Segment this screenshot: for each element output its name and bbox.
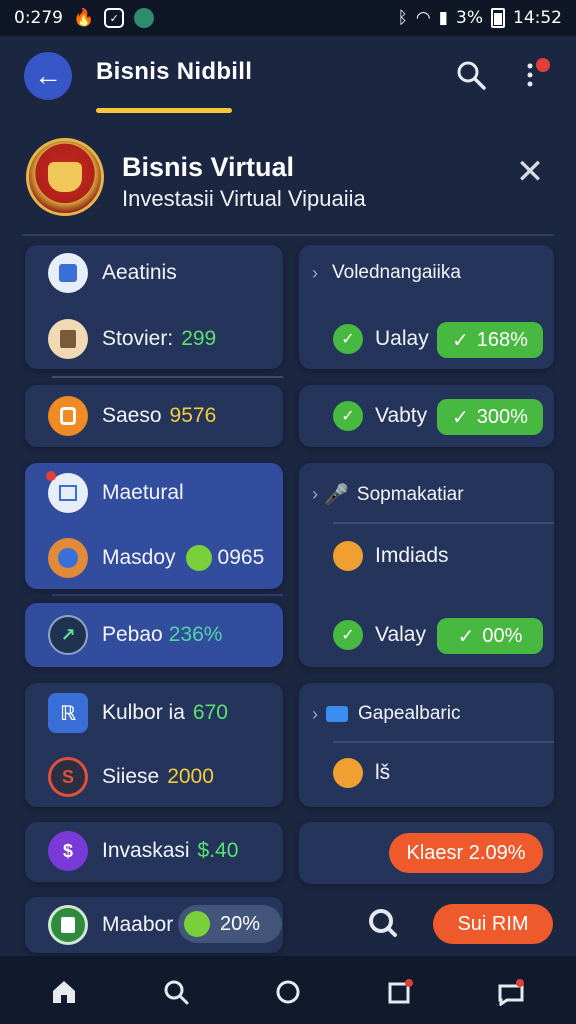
search-icon (369, 909, 397, 937)
nav-home-circle[interactable] (272, 976, 304, 1008)
title-underline (96, 108, 232, 113)
search-icon (457, 61, 486, 90)
list-item[interactable]: Maabor (48, 905, 173, 945)
percent-pill[interactable]: ✓ 300% (437, 399, 543, 435)
globe-icon (48, 538, 88, 578)
coin-icon (48, 396, 88, 436)
percent-pill[interactable]: ✓ 168% (437, 322, 543, 358)
battery-percent: 3% (456, 8, 483, 28)
nav-search-icon (164, 980, 189, 1005)
app-icon (134, 8, 155, 28)
folder-icon (326, 706, 348, 722)
close-button[interactable]: ✕ (514, 153, 546, 191)
card-divider (333, 741, 554, 743)
search-action[interactable] (366, 906, 398, 938)
list-item[interactable]: ✓ Valay (333, 620, 426, 650)
status-bar: 0:279 🔥 ✓ ᛒ ◠ ▮ 3% 14:52 (0, 0, 576, 36)
bottom-navigation (0, 956, 576, 1024)
emoji-icon (333, 541, 363, 571)
card-divider (333, 522, 554, 524)
chevron-right-icon: › (312, 262, 318, 283)
document-icon (48, 905, 88, 945)
nav-notifications[interactable] (384, 976, 416, 1008)
smile-icon (184, 911, 210, 937)
building-icon (48, 319, 88, 359)
check-icon: ✓ (333, 324, 363, 354)
chevron-right-icon: › (312, 484, 318, 504)
status-time: 0:279 (14, 8, 63, 28)
square-notification-icon (388, 979, 413, 1004)
invest-icon: $ (48, 831, 88, 871)
notification-icon: ✓ (104, 8, 125, 28)
page-title: Bisnis Nidbill (96, 58, 253, 85)
nav-home[interactable] (48, 976, 80, 1008)
brand-logo (26, 138, 104, 216)
clock: 14:52 (513, 8, 562, 28)
list-item[interactable]: ℝ Kulbor ia 670 (48, 693, 228, 733)
close-icon: ✕ (515, 153, 545, 191)
card-connector (52, 376, 283, 378)
search-button[interactable] (454, 58, 488, 92)
check-icon: ✓ (457, 625, 475, 648)
list-item[interactable]: › 🎤 Sopmakatiar (312, 482, 464, 507)
home-icon (53, 981, 75, 1003)
more-button[interactable] (520, 58, 550, 92)
list-item[interactable]: Stovier: 299 (48, 319, 216, 359)
right-card-4[interactable] (299, 683, 554, 807)
check-icon: ✓ (452, 406, 469, 429)
list-item[interactable]: Maetural (46, 471, 184, 513)
back-button[interactable]: ← (24, 52, 72, 100)
chat-notification-icon (498, 979, 524, 1006)
shield-icon: ℝ (48, 693, 88, 733)
flame-icon: 🔥 (73, 8, 95, 28)
circle-icon (276, 980, 300, 1004)
signal-icon: ▮ (438, 8, 449, 28)
list-item[interactable]: lš (333, 758, 390, 788)
tablet-icon (48, 253, 88, 293)
nav-search[interactable] (160, 976, 192, 1008)
chevron-right-icon: › (312, 703, 318, 724)
bluetooth-icon: ᛒ (397, 8, 408, 28)
progress-pill[interactable]: 20% (178, 905, 282, 943)
wifi-icon: ◠ (415, 8, 431, 28)
notification-dot (536, 58, 550, 72)
list-item[interactable]: › Gapealbaric (312, 703, 460, 725)
list-item[interactable]: Imdiads (333, 541, 449, 571)
battery-icon (491, 8, 505, 28)
trend-icon: ↗ (48, 615, 88, 655)
list-item[interactable]: $ Invaskasi $.40 (48, 831, 238, 871)
dollar-icon: S (48, 757, 88, 797)
list-item[interactable]: ↗ Pebao 236% (48, 615, 222, 655)
claim-button[interactable]: Klaesr 2.09% (389, 833, 543, 873)
list-item[interactable]: ✓ Vabty (333, 401, 427, 431)
chart-icon (46, 471, 88, 513)
action-button[interactable]: Sui RIM (433, 904, 553, 944)
business-title-card: Bisnis Virtual Investasii Virtual Vipuai… (24, 136, 554, 232)
emoji-icon (333, 758, 363, 788)
list-item[interactable]: Aeatinis (48, 253, 177, 293)
nav-messages[interactable] (496, 976, 528, 1008)
card-connector (52, 594, 283, 596)
back-arrow-icon: ← (34, 60, 62, 91)
microphone-icon: 🎤 (324, 484, 349, 506)
list-item[interactable]: › Volednangaiika (312, 262, 461, 284)
list-item[interactable]: S Siiese 2000 (48, 757, 214, 797)
card-title: Bisnis Virtual (122, 152, 295, 182)
app-header: ← Bisnis Nidbill (0, 36, 576, 126)
smile-icon (185, 545, 212, 571)
list-item[interactable]: Saeso 9576 (48, 396, 216, 436)
check-icon: ✓ (333, 401, 363, 431)
check-icon: ✓ (452, 329, 469, 352)
card-subtitle: Investasii Virtual Vipuaiia (122, 186, 366, 211)
list-item[interactable]: ✓ Ualay (333, 324, 429, 354)
section-divider (22, 234, 554, 236)
list-item[interactable]: Masdoy 0965 (48, 538, 264, 578)
check-icon: ✓ (333, 620, 363, 650)
percent-pill[interactable]: ✓ 00% (437, 618, 543, 654)
